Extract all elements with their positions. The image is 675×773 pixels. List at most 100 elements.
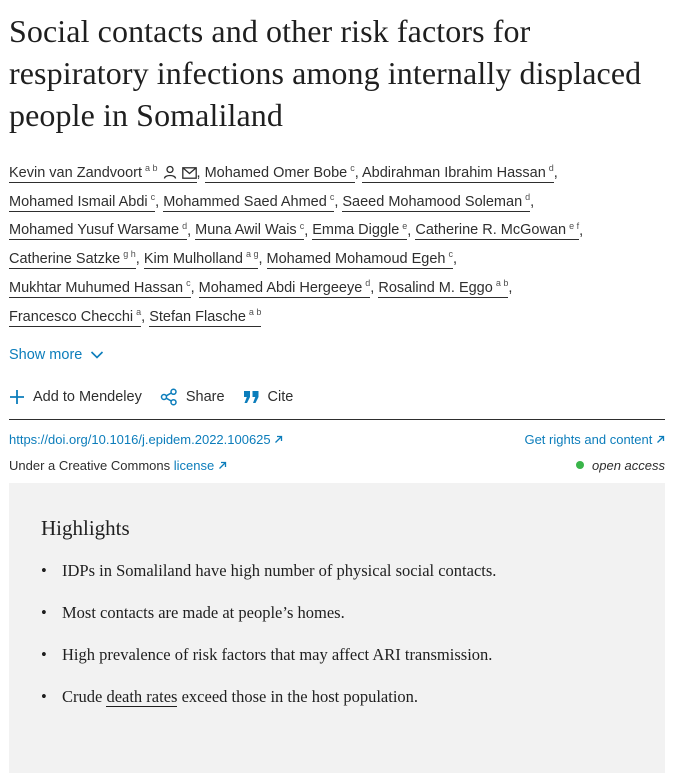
author-link[interactable]: Mohamed Abdi Hergeeye d [198, 278, 371, 299]
author-affiliation: c [350, 163, 355, 173]
author-affiliation: c [299, 220, 305, 231]
license-row: Under a Creative Commons license open ac… [9, 458, 665, 473]
author-name: Emma Diggle [312, 222, 400, 239]
author-link[interactable]: Rosalind M. Eggo a b [378, 278, 509, 299]
author-name: Muna Awil Wais [195, 222, 297, 239]
author-name: Francesco Checchi [9, 308, 134, 325]
license-prefix: Under a Creative Commons [9, 457, 171, 473]
article-title: Social contacts and other risk factors f… [9, 13, 642, 133]
share-label: Share [185, 388, 225, 405]
author-link[interactable]: Stefan Flasche a b [149, 307, 262, 327]
author-affiliation: a b [248, 307, 262, 318]
author-link[interactable]: Mohammed Saed Ahmed c [163, 191, 335, 212]
external-link-icon [275, 435, 283, 443]
author-name: Mohamed Abdi Hergeeye [198, 280, 363, 297]
author-name: Mohamed Ismail Abdi [9, 193, 148, 210]
cite-button[interactable]: Cite [243, 388, 294, 405]
author-name: Rosalind M. Eggo [378, 280, 493, 297]
article-toolbar: Add to Mendeley Share Cite [9, 383, 665, 411]
author-link[interactable]: Catherine Satzke g h [9, 249, 136, 270]
author-link[interactable]: Abdirahman Ibrahim Hassan d [362, 163, 554, 183]
author-affiliation: d [548, 163, 554, 173]
doi-text: https://doi.org/10.1016/j.epidem.2022.10… [9, 431, 271, 447]
author-name: Kevin van Zandvoort [9, 164, 142, 181]
person-icon [163, 165, 176, 179]
author-link[interactable]: Kevin van Zandvoort a b [9, 163, 197, 183]
license-statement: Under a Creative Commons license [9, 458, 227, 473]
external-link-icon [218, 461, 226, 469]
author-affiliation: c [329, 191, 335, 202]
author-list: Kevin van Zandvoort a b, Mohamed Omer Bob… [9, 163, 584, 327]
author-name: Stefan Flasche [149, 308, 246, 325]
author-affiliation: a b [495, 278, 509, 289]
author-name: Mohamed Yusuf Warsame [9, 222, 180, 239]
highlight-text: IDPs in Somaliland have high number of p… [62, 561, 497, 580]
author-link[interactable]: Mohamed Ismail Abdi c [9, 191, 156, 212]
author-link[interactable]: Kim Mulholland a g [143, 249, 259, 270]
rights-link[interactable]: Get rights and content [524, 432, 665, 447]
author-affiliation: a g [245, 249, 259, 260]
highlight-text-post: exceed those in the host population. [177, 687, 419, 706]
author-link[interactable]: Francesco Checchi a [9, 307, 142, 327]
highlight-item: • Crude death rates exceed those in the h… [41, 687, 496, 729]
author-name: Saeed Mohamood Soleman [342, 193, 523, 210]
author-affiliation: c [150, 191, 156, 202]
highlights-box: Highlights • IDPs in Somaliland have high… [9, 483, 665, 773]
author-affiliation: a [136, 307, 142, 318]
highlights-title: Highlights [41, 516, 130, 540]
author-name: Abdirahman Ibrahim Hassan [362, 164, 546, 181]
external-link-icon [657, 435, 665, 443]
author-affiliation: c [186, 278, 191, 289]
highlight-item: • Most contacts are made at people’s home… [41, 603, 496, 645]
author-name: Mohamed Omer Bobe [204, 164, 348, 181]
author-link[interactable]: Muna Awil Wais c [195, 220, 305, 241]
rights-text: Get rights and content [524, 431, 653, 447]
add-to-mendeley-button[interactable]: Add to Mendeley [9, 389, 142, 405]
doi-link[interactable]: https://doi.org/10.1016/j.epidem.2022.10… [9, 432, 283, 447]
author-affiliation: d [365, 278, 371, 289]
author-affiliation: g h [123, 249, 136, 260]
cite-label: Cite [267, 388, 294, 405]
author-name: Mukhtar Muhumed Hassan [9, 280, 184, 297]
bullet: • [41, 603, 47, 622]
open-access-label: open access [592, 457, 665, 473]
license-link-text: license [173, 457, 215, 473]
author-affiliation: e [402, 220, 408, 231]
quote-icon [243, 390, 259, 403]
highlights-list: • IDPs in Somaliland have high number of … [41, 561, 496, 729]
bullet: • [41, 561, 47, 580]
toolbar-divider [9, 418, 665, 420]
license-link[interactable]: license [174, 458, 227, 473]
author-link[interactable]: Mohamed Yusuf Warsame d [9, 221, 188, 241]
author-link[interactable]: Mohamed Omer Bobe c [204, 163, 355, 183]
highlight-text-pre: Crude [62, 687, 107, 706]
author-name: Kim Mulholland [143, 251, 243, 268]
bullet: • [41, 687, 47, 706]
author-link[interactable]: Mukhtar Muhumed Hassan c [9, 278, 191, 299]
highlight-text: Most contacts are made at people’s homes… [62, 603, 345, 622]
death-rates-link[interactable]: death rates [106, 687, 178, 707]
envelope-icon [181, 166, 197, 179]
highlight-text: High prevalence of risk factors that may… [62, 645, 493, 664]
author-link[interactable]: Catherine R. McGowan e f [415, 220, 580, 241]
doi-row: https://doi.org/10.1016/j.epidem.2022.10… [9, 432, 665, 447]
author-link[interactable]: Saeed Mohamood Soleman d [342, 192, 531, 212]
highlight-item: • High prevalence of risk factors that ma… [41, 645, 496, 687]
show-more-button[interactable]: Show more [9, 347, 665, 363]
mendeley-label: Add to Mendeley [33, 388, 142, 405]
author-name: Catherine R. McGowan [415, 222, 567, 239]
bullet: • [41, 645, 47, 664]
author-affiliation: c [448, 249, 453, 260]
author-name: Catherine Satzke [9, 251, 121, 268]
author-affiliation: e f [569, 220, 580, 231]
share-button[interactable]: Share [160, 388, 225, 406]
author-link[interactable]: Emma Diggle e [312, 220, 408, 241]
open-access-badge: open access [576, 458, 665, 473]
author-link[interactable]: Mohamed Mohamoud Egeh c [266, 249, 453, 270]
plus-icon [10, 389, 24, 404]
open-access-dot [576, 461, 584, 470]
author-name: Mohammed Saed Ahmed [163, 193, 327, 210]
article-header: Social contacts and other risk factors f… [9, 0, 665, 485]
share-icon [160, 388, 177, 406]
chevron-down-icon [91, 351, 104, 359]
